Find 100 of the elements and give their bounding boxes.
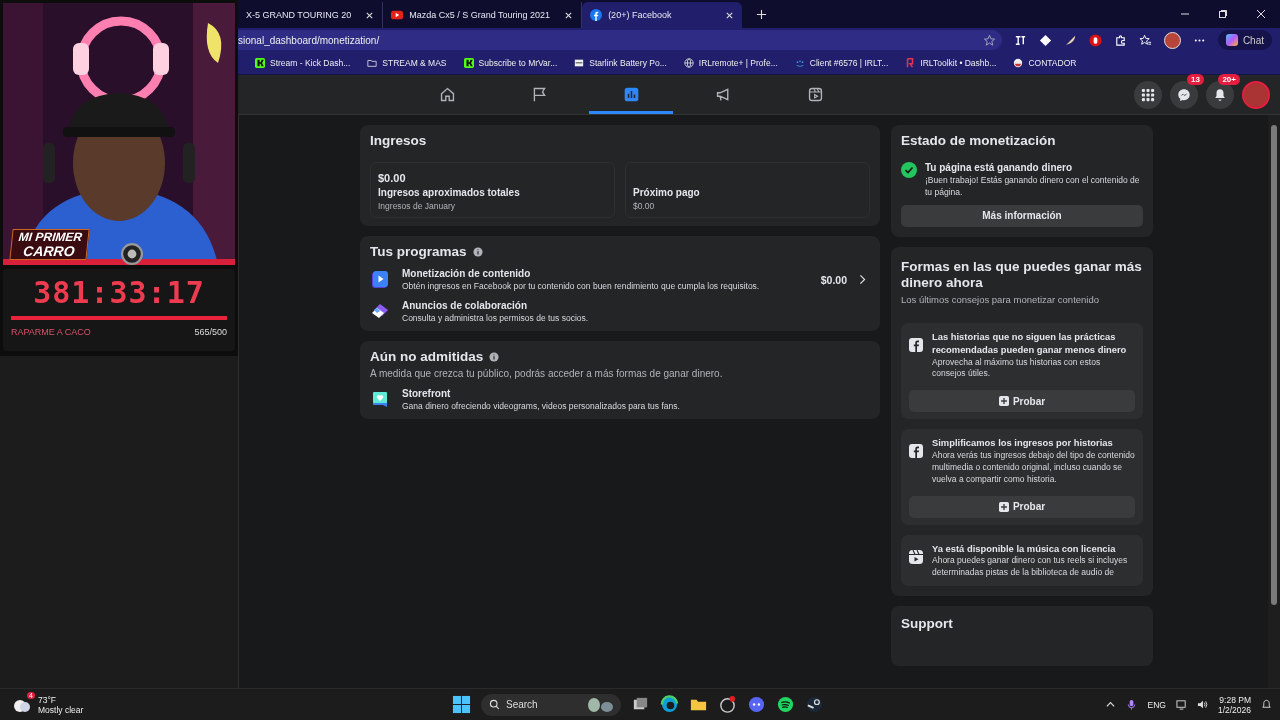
notification-badge: 20+: [1218, 73, 1240, 85]
browser-tab[interactable]: (20+) Facebook: [582, 2, 743, 28]
star-icon[interactable]: [982, 33, 996, 47]
more-info-button[interactable]: Más información: [901, 204, 1143, 227]
bookmark[interactable]: Subscribe to MrVar...: [463, 58, 558, 68]
try-button[interactable]: Probar: [909, 495, 1135, 518]
program-item[interactable]: Anuncios de colaboración Consulta y administra los permisos de tus socios.: [370, 300, 870, 323]
try-button[interactable]: Probar: [909, 390, 1135, 413]
program-description: Gana dinero ofreciendo videograms, videos personalizados para tus fans.: [402, 401, 681, 411]
new-tab-icon[interactable]: [756, 9, 768, 20]
goal-label: RAPARME A CACO: [11, 327, 91, 337]
clock-time[interactable]: 9:28 PM: [1219, 694, 1251, 705]
language-indicator[interactable]: ENG: [1147, 699, 1166, 710]
info-icon[interactable]: [489, 351, 500, 362]
hand-icon[interactable]: [1088, 33, 1102, 47]
bookmark[interactable]: STREAM & MAS: [367, 58, 447, 68]
section-title: Ingresos: [370, 133, 428, 148]
home-icon: [438, 86, 456, 103]
chat-bubble-icon: [1177, 87, 1191, 102]
status-description: ¡Buen trabajo! Estás ganando dinero con el contenido de tu página.: [925, 175, 1141, 199]
globe-icon: [683, 58, 694, 68]
menu-button[interactable]: [1134, 80, 1162, 109]
income-detail: Ingresos de January: [378, 201, 457, 211]
chat-button[interactable]: Chat: [1217, 30, 1272, 50]
reels-icon: [806, 86, 824, 103]
notification-icon[interactable]: [1261, 699, 1272, 710]
k-logo-icon: [463, 58, 474, 68]
folder-icon: [367, 58, 378, 68]
app-icon[interactable]: [718, 695, 737, 714]
chevron-icon[interactable]: [1105, 699, 1117, 710]
bookmark[interactable]: Stream - Kick Dash...: [255, 58, 351, 68]
bookmark[interactable]: CONTADOR: [1013, 58, 1077, 68]
info-icon[interactable]: [472, 246, 483, 257]
tip-description: Ahora puedes ganar dinero con tus reels si incluyes determinadas pistas de la biblioteca de audio de: [932, 555, 1129, 580]
microphone-icon[interactable]: [1126, 699, 1138, 710]
program-title: Anuncios de colaboración: [402, 300, 529, 311]
storefront-icon: [370, 389, 390, 410]
notification-badge: 13: [1187, 73, 1204, 85]
music-app-icon[interactable]: [776, 695, 795, 714]
bookmark[interactable]: IRLremote+ | Profe...: [683, 58, 778, 68]
caption-text: MI PRIMER: [18, 230, 83, 244]
feather-icon[interactable]: [1063, 33, 1077, 47]
close-icon[interactable]: [1256, 9, 1266, 19]
bell-icon: [1213, 87, 1227, 102]
extension-icon[interactable]: [1038, 33, 1052, 47]
bookmark[interactable]: Starlink Battery Po...: [574, 58, 667, 68]
section-subtitle: Los últimos consejos para monetizar contenido: [901, 294, 1101, 306]
messenger-button[interactable]: [1170, 80, 1198, 109]
play-icon: [391, 9, 404, 21]
section-title: Estado de monetización: [901, 133, 1057, 148]
chevron-icon: [859, 274, 866, 285]
section-title: Aún no admitidas: [370, 349, 484, 364]
amount: $0.00: [820, 273, 847, 286]
program-title: Monetización de contenido: [402, 268, 532, 279]
search-highlight-icon: [585, 696, 615, 713]
tip-description: Aprovecha al máximo tus historias con estos consejos útiles.: [932, 356, 1102, 381]
tip-title: Simplificamos los ingresos por historias: [932, 437, 1114, 450]
extension-icon[interactable]: [1013, 33, 1027, 47]
start-icon[interactable]: [452, 695, 471, 714]
r-logo-icon: [905, 58, 916, 68]
favorites-icon[interactable]: [1138, 33, 1152, 47]
bookmark[interactable]: Client #6576 | IRLT...: [794, 58, 889, 68]
reels-icon: [909, 549, 923, 564]
close-icon[interactable]: [725, 10, 735, 20]
tip-title: Las historias que no siguen las prácticas recomendadas pueden ganar menos dinero: [932, 331, 1128, 357]
notifications-button[interactable]: [1206, 80, 1234, 109]
income-detail: $0.00: [633, 201, 656, 211]
play-icon: [370, 269, 390, 290]
search-field[interactable]: Search: [481, 693, 621, 716]
browser-icon[interactable]: [660, 695, 679, 714]
logo-icon: [909, 338, 923, 353]
income-label: Ingresos aproximados totales: [378, 187, 521, 198]
timer: 381:33:17: [32, 275, 206, 310]
status-title: Tu página está ganando dinero: [925, 162, 1074, 173]
temperature: 73°F: [38, 694, 58, 705]
clock-date[interactable]: 1/2/2026: [1217, 704, 1251, 715]
close-icon[interactable]: [564, 10, 574, 20]
plus-icon: [998, 501, 1009, 512]
game-app-icon[interactable]: [805, 695, 824, 714]
chat-app-icon[interactable]: [747, 695, 766, 714]
close-icon[interactable]: [365, 10, 375, 20]
restore-icon[interactable]: [1218, 9, 1228, 19]
volume-icon[interactable]: [1196, 699, 1208, 710]
income-label: Próximo pago: [633, 187, 701, 198]
search-icon: [489, 699, 500, 710]
program-description: Consulta y administra los permisos de tus socios.: [402, 313, 590, 323]
section-title: Support: [901, 616, 954, 632]
network-icon[interactable]: [1175, 699, 1187, 710]
extensions-icon[interactable]: [1113, 33, 1127, 47]
k-logo-icon: [255, 58, 265, 68]
page-icon: [574, 58, 585, 68]
bookmark[interactable]: IRLToolkit • Dashb...: [905, 58, 997, 68]
section-title: Tus programas: [370, 244, 467, 259]
address-field[interactable]: sional_dashboard/monetization/: [238, 30, 1002, 50]
ship-icon: [1013, 58, 1024, 68]
plus-icon: [998, 396, 1009, 407]
grid-icon: [1141, 87, 1155, 102]
program-item[interactable]: Storefront Gana dinero ofreciendo videograms, videos personalizados para tus fans.: [370, 388, 870, 411]
program-item[interactable]: Monetización de contenido Obtén ingresos en Facebook por tu contenido con buen rendimiento que cumpla los requisitos. $0.00: [370, 268, 870, 291]
scrollbar[interactable]: [1268, 115, 1280, 688]
